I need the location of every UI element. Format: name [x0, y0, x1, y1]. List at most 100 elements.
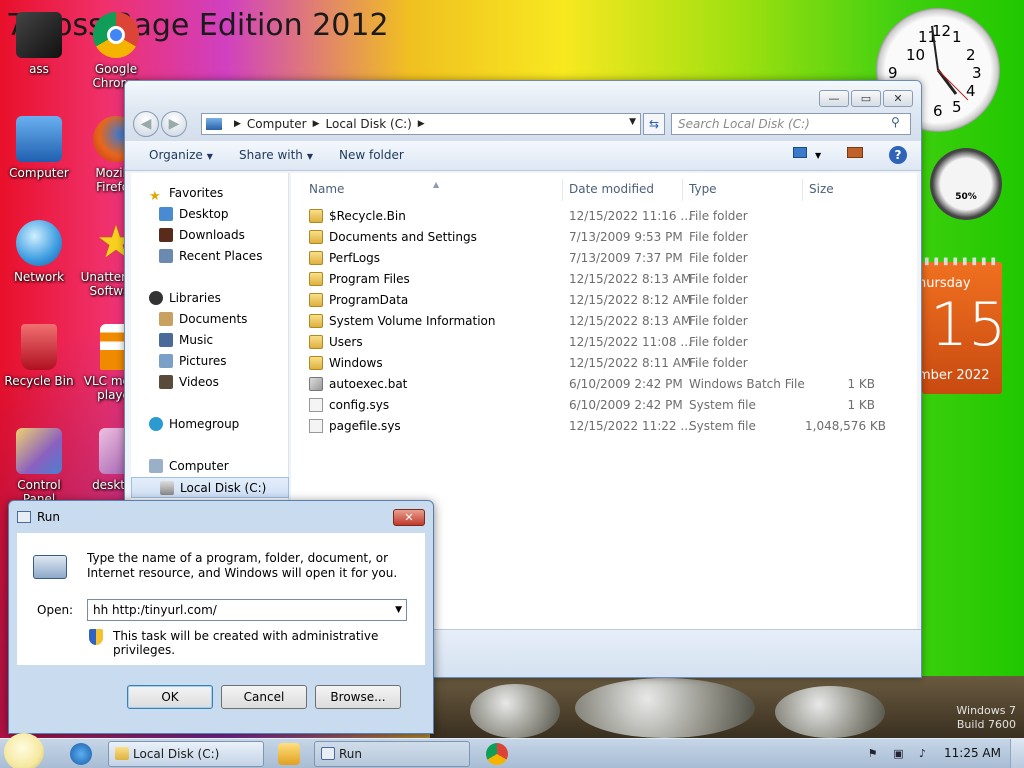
breadcrumb-computer[interactable]: Computer — [247, 117, 307, 131]
table-row[interactable]: PerfLogs 7/13/2009 7:37 PM File folder — [291, 248, 917, 269]
homegroup-icon — [149, 417, 163, 431]
table-row[interactable]: System Volume Information 12/15/2022 8:1… — [291, 311, 917, 332]
nav-homegroup[interactable]: Homegroup — [131, 414, 289, 435]
chrome-icon[interactable] — [486, 743, 508, 765]
ok-button[interactable]: OK — [127, 685, 213, 709]
preview-pane-button[interactable] — [847, 147, 863, 162]
breadcrumb-chevron-icon: ▶ — [417, 119, 425, 129]
open-input[interactable]: hh http:/tinyurl.com/ ▼ — [87, 599, 407, 621]
nav-libraries[interactable]: Libraries — [131, 288, 289, 309]
desktop-icon-chrome[interactable]: Google Chrome — [78, 12, 154, 90]
uac-shield-icon — [89, 629, 103, 645]
table-row[interactable]: Windows 12/15/2022 8:11 AM File folder — [291, 353, 917, 374]
internet-explorer-icon[interactable] — [70, 743, 92, 765]
network-tray-icon[interactable]: ▣ — [892, 747, 905, 760]
volume-icon[interactable]: ♪ — [916, 747, 929, 760]
browse-button[interactable]: Browse... — [315, 685, 401, 709]
calendar-day: hursday — [918, 276, 971, 291]
explorer-titlebar[interactable]: — ▭ ✕ — [125, 81, 921, 109]
taskbar-local-disk[interactable]: Local Disk (C:) — [108, 741, 264, 767]
file-name: Documents and Settings — [329, 230, 477, 244]
desktop-icon-computer[interactable]: Computer — [1, 116, 77, 180]
action-center-icon[interactable]: ⚑ — [866, 747, 879, 760]
close-button[interactable]: ✕ — [393, 509, 425, 526]
help-button[interactable]: ? — [889, 146, 907, 164]
taskbar-run[interactable]: Run — [314, 741, 470, 767]
breadcrumb-chevron-icon: ▶ — [234, 119, 241, 129]
table-row[interactable]: Documents and Settings 7/13/2009 9:53 PM… — [291, 227, 917, 248]
desktop-icon-label: Computer — [9, 166, 69, 180]
back-button[interactable]: ◀ — [133, 111, 159, 137]
forward-button[interactable]: ▶ — [161, 111, 187, 137]
table-row[interactable]: Users 12/15/2022 11:08 ... File folder — [291, 332, 917, 353]
organize-button[interactable]: Organize ▼ — [149, 148, 213, 162]
nav-desktop[interactable]: Desktop — [131, 204, 289, 225]
file-name: System Volume Information — [329, 314, 496, 328]
address-bar[interactable]: ▶ Computer ▶ Local Disk (C:) ▶ ▼ — [201, 113, 641, 135]
views-icon — [793, 147, 807, 158]
nav-label: Music — [179, 333, 214, 347]
column-header-date[interactable]: Date modified — [563, 179, 683, 201]
taskbar-task-label: Run — [339, 747, 363, 761]
nav-pictures[interactable]: Pictures — [131, 351, 289, 372]
user-folder-icon — [16, 12, 62, 58]
desktop-icon-user-folder[interactable]: ass — [1, 12, 77, 76]
file-name-cell: $Recycle.Bin — [309, 206, 406, 227]
nav-label: Desktop — [179, 207, 229, 221]
table-row[interactable]: autoexec.bat 6/10/2009 2:42 PM Windows B… — [291, 374, 917, 395]
admin-privileges-note: This task will be created with administr… — [113, 629, 379, 657]
wallpaper-sculpture — [470, 684, 560, 738]
cancel-button[interactable]: Cancel — [221, 685, 307, 709]
table-row[interactable]: ProgramData 12/15/2022 8:12 AM File fold… — [291, 290, 917, 311]
folder-icon — [309, 356, 323, 370]
table-row[interactable]: pagefile.sys 12/15/2022 11:22 ... System… — [291, 416, 917, 437]
windows-build-badge: Windows 7 Build 7600 — [956, 704, 1016, 732]
table-row[interactable]: $Recycle.Bin 12/15/2022 11:16 ... File f… — [291, 206, 917, 227]
column-header-size[interactable]: Size — [803, 179, 883, 201]
show-desktop-button[interactable] — [1010, 739, 1024, 768]
column-header-type[interactable]: Type — [683, 179, 803, 201]
desktop-icon-label: ass — [29, 62, 49, 76]
close-button[interactable]: ✕ — [883, 90, 913, 107]
search-icon[interactable]: ⚲ — [891, 115, 900, 129]
views-button[interactable]: ▼ — [793, 147, 821, 162]
run-dialog[interactable]: Run ✕ Type the name of a program, folder… — [8, 500, 434, 734]
table-row[interactable]: config.sys 6/10/2009 2:42 PM System file… — [291, 395, 917, 416]
desktop-icon-network[interactable]: Network — [1, 220, 77, 284]
refresh-button[interactable]: ⇆ — [643, 113, 665, 135]
column-header-name[interactable]: Name ▲ — [303, 179, 563, 201]
caret-down-icon: ▼ — [815, 151, 822, 160]
calendar-gadget[interactable]: ▮▮▮▮▮▮▮▮ hursday 15 mber 2022 — [918, 256, 1006, 394]
table-row[interactable]: Program Files 12/15/2022 8:13 AM File fo… — [291, 269, 917, 290]
nav-documents[interactable]: Documents — [131, 309, 289, 330]
tray-clock[interactable]: 11:25 AM — [944, 746, 1001, 760]
maximize-button[interactable]: ▭ — [851, 90, 881, 107]
run-titlebar[interactable]: Run ✕ — [9, 501, 433, 533]
nav-computer[interactable]: Computer — [131, 456, 289, 477]
media-player-icon[interactable] — [278, 743, 300, 765]
nav-favorites[interactable]: ★ Favorites — [131, 183, 289, 204]
search-input[interactable]: Search Local Disk (C:) — [671, 113, 911, 135]
recent-places-icon — [159, 249, 173, 263]
nav-recent-places[interactable]: Recent Places — [131, 246, 289, 267]
desktop-icon-control-panel[interactable]: Control Panel — [1, 428, 77, 506]
start-button[interactable] — [4, 733, 44, 768]
nav-local-disk[interactable]: Local Disk (C:) — [131, 477, 289, 498]
nav-label: Documents — [179, 312, 248, 326]
nav-music[interactable]: Music — [131, 330, 289, 351]
run-title: Run — [37, 510, 61, 524]
new-folder-button[interactable]: New folder — [339, 148, 404, 162]
nav-downloads[interactable]: Downloads — [131, 225, 289, 246]
chevron-down-icon[interactable]: ▼ — [395, 600, 402, 620]
desktop-icon-recycle-bin[interactable]: Recycle Bin — [1, 324, 77, 388]
badge-line: Windows 7 — [956, 704, 1016, 717]
nav-videos[interactable]: Videos — [131, 372, 289, 393]
file-date: 12/15/2022 8:13 AM — [569, 272, 692, 286]
minimize-button[interactable]: — — [819, 90, 849, 107]
address-dropdown-icon[interactable]: ▼ — [629, 117, 636, 127]
cpu-meter-gadget[interactable]: 50% — [930, 148, 1002, 220]
breadcrumb-local-disk[interactable]: Local Disk (C:) — [326, 117, 412, 131]
share-with-button[interactable]: Share with ▼ — [239, 148, 313, 162]
nav-label: Videos — [179, 375, 219, 389]
window-controls: — ▭ ✕ — [817, 90, 913, 107]
